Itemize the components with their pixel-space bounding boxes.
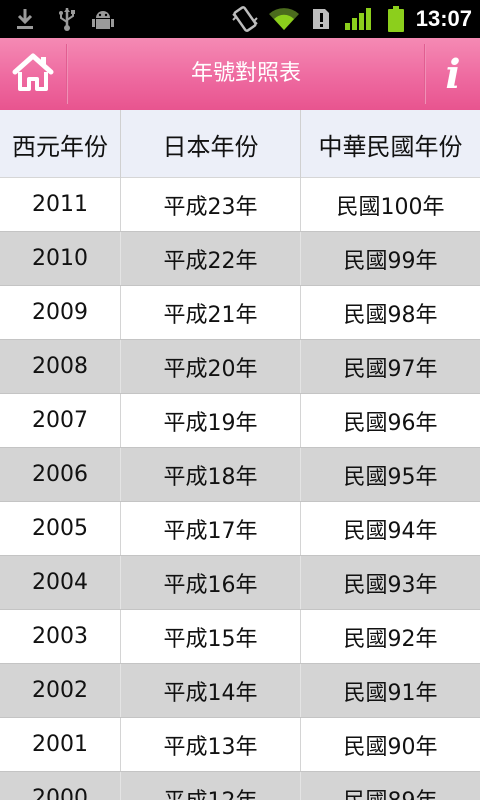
cell-roc-year: 民國95年 [343,464,438,490]
table-header: 西元年份 日本年份 中華民國年份 [0,110,480,178]
column-header-japan-year: 日本年份 [121,110,301,178]
table-row[interactable]: 2009 平成21年 民國98年 [0,286,480,340]
cell-western-year: 2000 [0,772,121,800]
info-button[interactable]: i [426,38,480,110]
cell-western-year: 2010 [0,232,121,285]
cell-roc-year: 民國100年 [336,194,445,220]
table-row[interactable]: 2001 平成13年 民國90年 [0,718,480,772]
table-row[interactable]: 2010 平成22年 民國99年 [0,232,480,286]
cell-roc-year: 民國97年 [343,356,438,382]
home-button[interactable] [0,38,66,110]
table-row[interactable]: 2011 平成23年 民國100年 [0,178,480,232]
cell-western-year: 2011 [0,178,121,231]
cell-western-year: 2007 [0,394,121,447]
cell-japan-year: 平成17年 [121,502,301,555]
vibrate-icon [228,0,262,38]
cell-japan-year: 平成20年 [121,340,301,393]
cell-roc-year: 民國89年 [301,772,480,800]
cell-western-year: 2004 [0,556,121,609]
table-row[interactable]: 2007 平成19年 民國96年 [0,394,480,448]
cell-japan-year: 平成12年 [121,772,301,800]
cell-roc-year: 民國93年 [343,572,438,598]
cell-roc-year: 民國96年 [343,410,438,436]
column-header-western-year: 西元年份 [0,110,121,178]
cell-roc-year: 民國99年 [343,248,438,274]
cell-western-year: 2001 [0,718,121,771]
table-row[interactable]: 2002 平成14年 民國91年 [0,664,480,718]
cell-roc-year: 民國94年 [343,518,438,544]
column-header-roc-year: 中華民國年份 [318,132,463,161]
cell-roc-year: 民國90年 [343,734,438,760]
cell-japan-year: 平成14年 [121,664,301,717]
cell-japan-year: 平成15年 [121,610,301,663]
info-icon: i [445,50,461,98]
wifi-icon [266,0,302,38]
table-row[interactable]: 2008 平成20年 民國97年 [0,340,480,394]
usb-icon [52,0,82,38]
download-icon [10,0,40,38]
cell-japan-year: 平成18年 [121,448,301,501]
battery-icon [384,0,408,38]
cell-western-year: 2008 [0,340,121,393]
cell-japan-year: 平成22年 [121,232,301,285]
page-title: 年號對照表 [190,61,301,86]
clock: 13:07 [415,6,472,31]
table-row[interactable]: 2006 平成18年 民國95年 [0,448,480,502]
app-header: 年號對照表 i [0,38,480,110]
alert-icon [308,0,334,38]
cell-roc-year: 民國91年 [343,680,438,706]
status-bar: 13:07 [0,0,480,38]
year-table[interactable]: 2011 平成23年 民國100年 2010 平成22年 民國99年 2009 平成21年 民國… [0,178,480,800]
cell-japan-year: 平成16年 [121,556,301,609]
android-debug-icon [88,0,118,38]
table-row[interactable]: 2005 平成17年 民國94年 [0,502,480,556]
cell-roc-year: 民國98年 [343,302,438,328]
cell-western-year: 2009 [0,286,121,339]
table-row[interactable]: 2003 平成15年 民國92年 [0,610,480,664]
home-icon [11,52,55,96]
signal-icon [342,0,376,38]
cell-western-year: 2003 [0,610,121,663]
cell-japan-year: 平成19年 [121,394,301,447]
cell-western-year: 2005 [0,502,121,555]
table-row[interactable]: 2004 平成16年 民國93年 [0,556,480,610]
cell-japan-year: 平成21年 [121,286,301,339]
table-row[interactable]: 2000平成12年民國89年 [0,772,480,800]
cell-roc-year: 民國92年 [343,626,438,652]
cell-japan-year: 平成23年 [121,178,301,231]
cell-japan-year: 平成13年 [121,718,301,771]
cell-western-year: 2006 [0,448,121,501]
cell-western-year: 2002 [0,664,121,717]
